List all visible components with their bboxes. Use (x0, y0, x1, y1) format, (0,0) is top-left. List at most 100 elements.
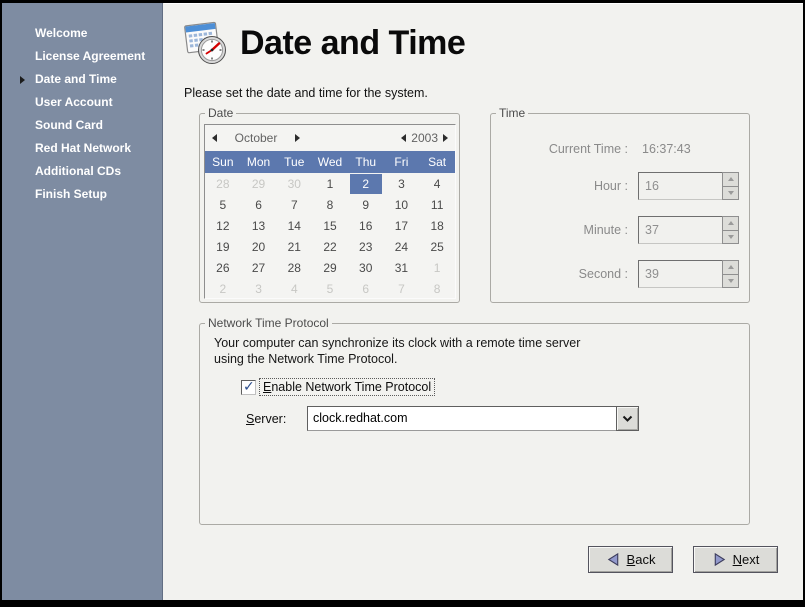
calendar-day-cell[interactable]: 5 (314, 279, 346, 299)
ntp-frame: Network Time Protocol Your computer can … (199, 323, 750, 525)
calendar-day-cell[interactable]: 6 (243, 195, 275, 215)
prev-month-arrow-icon[interactable] (212, 134, 217, 142)
second-input: 39 (638, 260, 722, 288)
sidebar-item-welcome[interactable]: Welcome (2, 22, 162, 45)
calendar-day-cell[interactable]: 30 (350, 258, 382, 278)
sidebar-item-sound-card[interactable]: Sound Card (2, 114, 162, 137)
back-arrow-icon (606, 552, 621, 567)
calendar-day-cell[interactable]: 17 (386, 216, 418, 236)
calendar-day-cell[interactable]: 4 (278, 279, 310, 299)
calendar-day-cell[interactable]: 8 (421, 279, 453, 299)
calendar-day-cell[interactable]: 31 (386, 258, 418, 278)
minute-row: Minute :37 (491, 216, 739, 244)
calendar-day-header-fri: Fri (384, 155, 420, 169)
calendar: October 2003 SunMonTueWedThuFriSat 28293… (204, 124, 456, 299)
next-button[interactable]: Next (693, 546, 778, 573)
checkmark-icon: ✓ (243, 378, 255, 395)
calendar-day-cell[interactable]: 29 (243, 174, 275, 194)
calendar-day-cell[interactable]: 7 (278, 195, 310, 215)
calendar-day-cell[interactable]: 28 (207, 174, 239, 194)
calendar-day-cell[interactable]: 28 (278, 258, 310, 278)
hour-spin-down-button (722, 187, 739, 201)
second-spin-buttons (722, 260, 739, 288)
date-frame-label: Date (205, 106, 236, 120)
calendar-nav: October 2003 (205, 125, 455, 151)
server-input[interactable]: clock.redhat.com (307, 406, 616, 431)
calendar-day-cell[interactable]: 24 (386, 237, 418, 257)
minute-spin-down-button (722, 231, 739, 245)
calendar-day-cell[interactable]: 27 (243, 258, 275, 278)
calendar-day-cell[interactable]: 5 (207, 195, 239, 215)
spin-up-arrow-icon (728, 221, 734, 225)
calendar-day-cell[interactable]: 25 (421, 237, 453, 257)
spin-up-arrow-icon (728, 265, 734, 269)
calendar-day-cell[interactable]: 7 (386, 279, 418, 299)
sidebar-item-additional-cds[interactable]: Additional CDs (2, 160, 162, 183)
calendar-day-cell[interactable]: 2 (207, 279, 239, 299)
spin-down-arrow-icon (728, 279, 734, 283)
enable-ntp-checkbox[interactable]: ✓ (241, 380, 256, 395)
next-arrow-icon (712, 552, 727, 567)
next-year-arrow-icon[interactable] (443, 134, 448, 142)
minute-spinner: 37 (638, 216, 739, 244)
calendar-day-cell[interactable]: 23 (350, 237, 382, 257)
calendar-day-cell[interactable]: 15 (314, 216, 346, 236)
calendar-day-cell[interactable]: 29 (314, 258, 346, 278)
calendar-day-cell[interactable]: 6 (350, 279, 382, 299)
minute-spin-buttons (722, 216, 739, 244)
calendar-day-cell[interactable]: 2 (350, 174, 382, 194)
calendar-day-cell[interactable]: 8 (314, 195, 346, 215)
calendar-day-cell[interactable]: 10 (386, 195, 418, 215)
calendar-day-cell[interactable]: 4 (421, 174, 453, 194)
hour-label: Hour : (491, 179, 628, 193)
calendar-day-cell[interactable]: 9 (350, 195, 382, 215)
sidebar-item-license-agreement[interactable]: License Agreement (2, 45, 162, 68)
calendar-day-cell[interactable]: 3 (243, 279, 275, 299)
calendar-day-cell[interactable]: 26 (207, 258, 239, 278)
calendar-day-header-thu: Thu (348, 155, 384, 169)
back-button[interactable]: Back (588, 546, 673, 573)
calendar-day-cell[interactable]: 12 (207, 216, 239, 236)
time-frame-label: Time (496, 106, 528, 120)
calendar-day-cell[interactable]: 13 (243, 216, 275, 236)
next-button-label: Next (733, 552, 760, 567)
calendar-day-cell[interactable]: 1 (421, 258, 453, 278)
calendar-day-cell[interactable]: 1 (314, 174, 346, 194)
calendar-day-cell[interactable]: 14 (278, 216, 310, 236)
next-month-arrow-icon[interactable] (295, 134, 300, 142)
second-spin-up-button (722, 260, 739, 275)
server-row: Server: clock.redhat.com (246, 406, 639, 431)
enable-ntp-label[interactable]: Enable Network Time Protocol (260, 379, 434, 395)
ntp-description-line1: Your computer can synchronize its clock … (214, 335, 580, 351)
calendar-day-cell[interactable]: 19 (207, 237, 239, 257)
calendar-day-cell[interactable]: 21 (278, 237, 310, 257)
sidebar-item-label: Finish Setup (35, 187, 107, 201)
hour-spin-buttons (722, 172, 739, 200)
calendar-day-header-tue: Tue (276, 155, 312, 169)
server-dropdown-button[interactable] (616, 406, 639, 431)
year-label: 2003 (411, 131, 438, 145)
server-combobox: clock.redhat.com (307, 406, 639, 431)
sidebar-item-finish-setup[interactable]: Finish Setup (2, 183, 162, 206)
sidebar-item-date-and-time[interactable]: Date and Time (2, 68, 162, 91)
calendar-day-header-sun: Sun (205, 155, 241, 169)
sidebar-item-label: User Account (35, 95, 113, 109)
calendar-day-cell[interactable]: 30 (278, 174, 310, 194)
prev-year-arrow-icon[interactable] (401, 134, 406, 142)
chevron-down-icon (622, 414, 633, 423)
sidebar-item-user-account[interactable]: User Account (2, 91, 162, 114)
hour-spin-up-button (722, 172, 739, 187)
calendar-day-cell[interactable]: 16 (350, 216, 382, 236)
sidebar: Welcome License Agreement Date and Time Use… (2, 3, 163, 600)
current-time-value: 16:37:43 (642, 142, 691, 156)
calendar-day-cell[interactable]: 22 (314, 237, 346, 257)
time-frame: Time Current Time : 16:37:43 Hour :16Min… (490, 113, 750, 303)
calendar-day-cell[interactable]: 11 (421, 195, 453, 215)
calendar-day-cell[interactable]: 18 (421, 216, 453, 236)
ntp-description: Your computer can synchronize its clock … (214, 335, 580, 367)
sidebar-item-red-hat-network[interactable]: Red Hat Network (2, 137, 162, 160)
second-row: Second :39 (491, 260, 739, 288)
sidebar-item-label: License Agreement (35, 49, 145, 63)
calendar-day-cell[interactable]: 20 (243, 237, 275, 257)
calendar-day-cell[interactable]: 3 (386, 174, 418, 194)
